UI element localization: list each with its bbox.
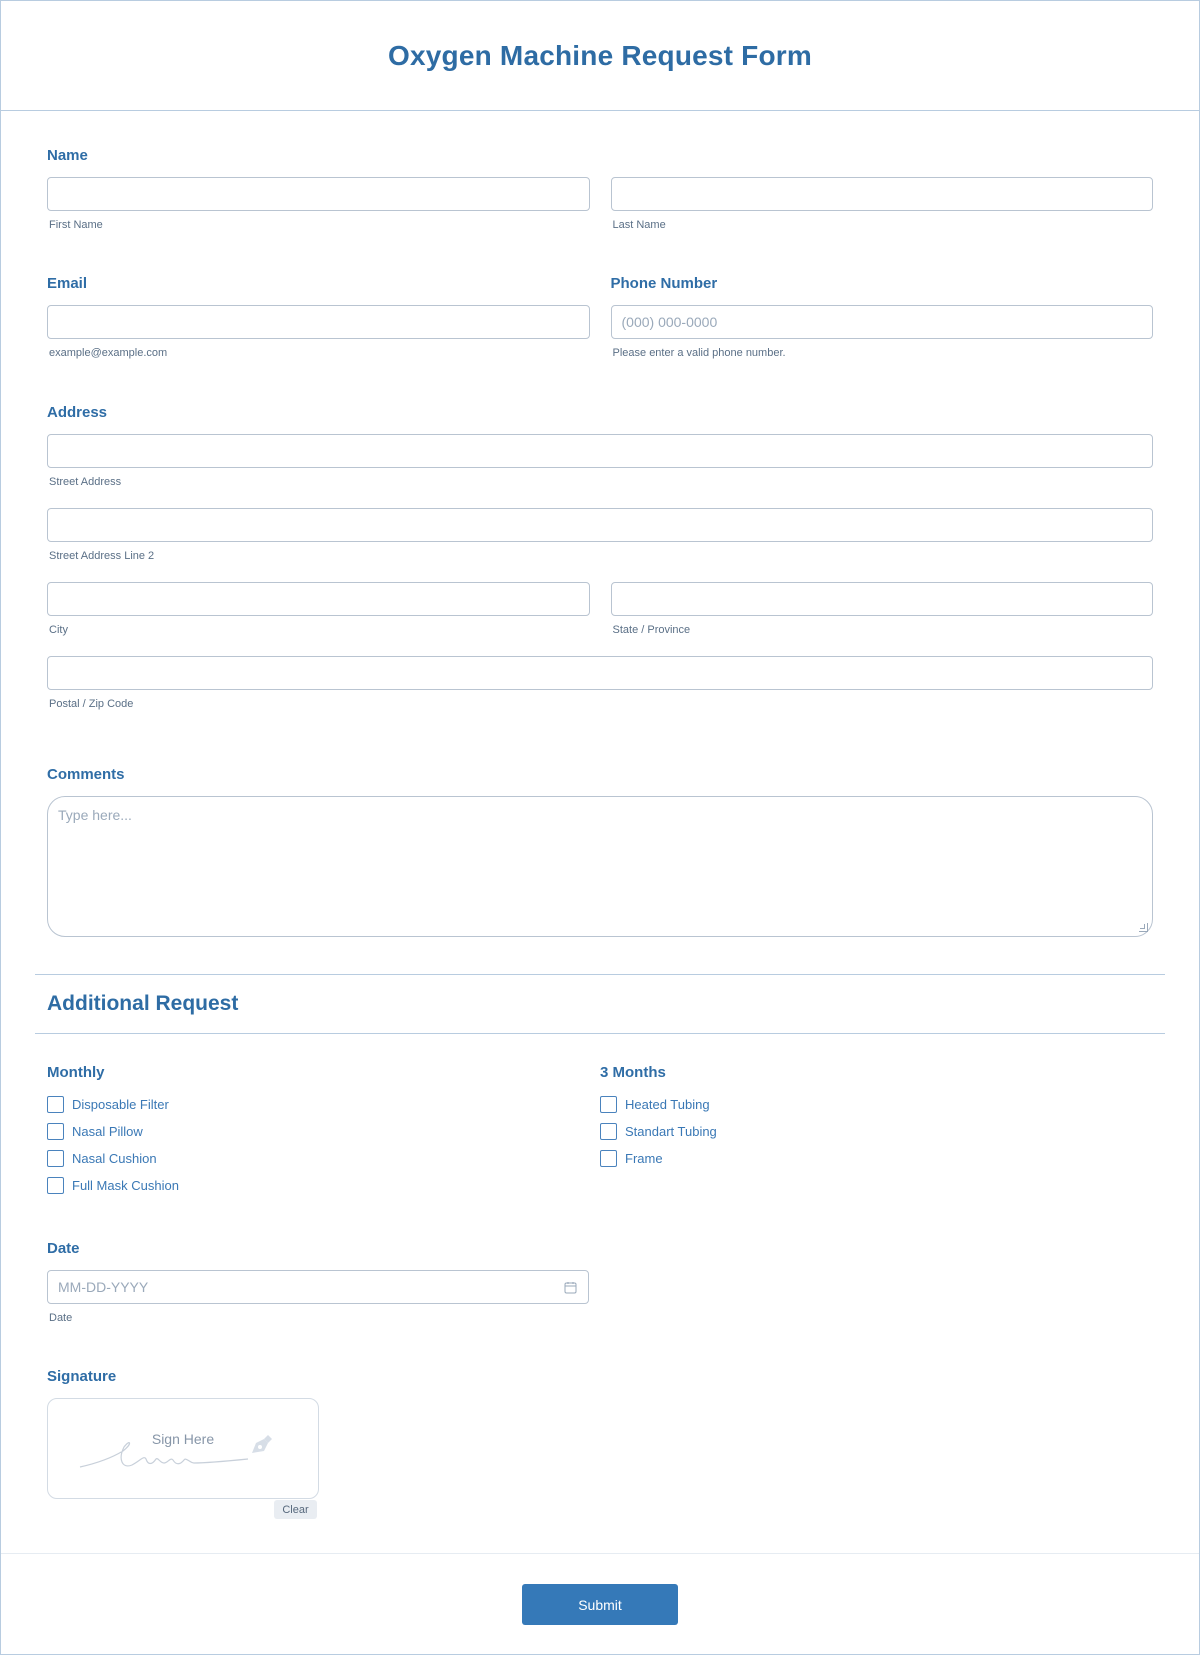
monthly-group: Monthly Disposable Filter Nasal Pillow N… — [47, 1064, 600, 1199]
checkbox-full-mask-cushion[interactable]: Full Mask Cushion — [47, 1172, 600, 1199]
checkbox-frame[interactable]: Frame — [600, 1145, 1153, 1172]
date-input[interactable]: MM-DD-YYYY — [47, 1270, 589, 1304]
resize-grip-icon[interactable] — [1139, 923, 1148, 932]
street-address2-sublabel: Street Address Line 2 — [49, 550, 155, 562]
comments-label: Comments — [47, 766, 125, 783]
phone-input[interactable]: (000) 000-0000 — [610, 305, 1153, 339]
comments-field: Comments Type here... — [47, 766, 1153, 937]
city-input[interactable] — [47, 582, 590, 616]
date-sublabel: Date — [49, 1312, 73, 1324]
zip-input[interactable] — [47, 656, 1153, 690]
three-months-label: 3 Months — [600, 1064, 666, 1081]
state-input[interactable] — [610, 582, 1153, 616]
checkbox-disposable-filter[interactable]: Disposable Filter — [47, 1091, 600, 1118]
additional-request-options: Monthly Disposable Filter Nasal Pillow N… — [47, 1064, 1153, 1199]
email-sublabel: example@example.com — [49, 347, 168, 359]
street-address-sublabel: Street Address — [49, 476, 122, 488]
first-name-sublabel: First Name — [49, 219, 103, 231]
additional-request-header: Additional Request — [35, 974, 1165, 1034]
state-sublabel: State / Province — [612, 624, 691, 636]
checkbox-nasal-cushion[interactable]: Nasal Cushion — [47, 1145, 600, 1172]
name-field: Name First Name Last Name — [47, 147, 1153, 231]
checkbox-label: Nasal Cushion — [72, 1151, 157, 1166]
comments-textarea[interactable]: Type here... — [47, 796, 1153, 937]
form-header: Oxygen Machine Request Form — [1, 1, 1199, 111]
three-months-group: 3 Months Heated Tubing Standart Tubing F… — [600, 1064, 1153, 1199]
signature-label: Signature — [47, 1368, 117, 1385]
calendar-icon[interactable] — [564, 1281, 578, 1294]
signature-pad[interactable]: Sign Here — [47, 1398, 319, 1499]
phone-placeholder: (000) 000-0000 — [621, 314, 718, 330]
checkbox-icon[interactable] — [600, 1123, 617, 1140]
checkbox-label: Heated Tubing — [625, 1097, 710, 1112]
checkbox-icon[interactable] — [47, 1096, 64, 1113]
checkbox-label: Standart Tubing — [625, 1124, 717, 1139]
last-name-input[interactable] — [610, 177, 1153, 211]
date-field: Date MM-DD-YYYY Date — [47, 1240, 589, 1324]
checkbox-label: Disposable Filter — [72, 1097, 169, 1112]
checkbox-nasal-pillow[interactable]: Nasal Pillow — [47, 1118, 600, 1145]
first-name-input[interactable] — [47, 177, 590, 211]
zip-sublabel: Postal / Zip Code — [49, 698, 134, 710]
checkbox-standart-tubing[interactable]: Standart Tubing — [600, 1118, 1153, 1145]
phone-sublabel: Please enter a valid phone number. — [612, 347, 786, 359]
city-sublabel: City — [49, 624, 68, 636]
date-placeholder: MM-DD-YYYY — [58, 1279, 149, 1295]
email-label: Email — [47, 275, 88, 292]
last-name-sublabel: Last Name — [612, 219, 666, 231]
address-field: Address Street Address Street Address Li… — [47, 404, 1153, 710]
checkbox-label: Nasal Pillow — [72, 1124, 143, 1139]
checkbox-icon[interactable] — [47, 1177, 64, 1194]
monthly-label: Monthly — [47, 1064, 105, 1081]
comments-placeholder: Type here... — [58, 807, 132, 823]
checkbox-icon[interactable] — [47, 1123, 64, 1140]
form-title: Oxygen Machine Request Form — [388, 39, 812, 71]
checkbox-label: Frame — [625, 1151, 663, 1166]
form-footer: Submit — [1, 1553, 1199, 1655]
checkbox-icon[interactable] — [47, 1150, 64, 1167]
email-input[interactable] — [47, 305, 590, 339]
checkbox-heated-tubing[interactable]: Heated Tubing — [600, 1091, 1153, 1118]
name-label: Name — [47, 147, 88, 164]
street-address2-input[interactable] — [47, 508, 1153, 542]
street-address-input[interactable] — [47, 434, 1153, 468]
form-page: Oxygen Machine Request Form Name First N… — [0, 0, 1200, 1655]
contact-row: Email example@example.com Phone Number (… — [47, 275, 1153, 359]
date-label: Date — [47, 1240, 80, 1257]
signature-field: Signature Sign Here — [47, 1368, 319, 1499]
clear-signature-button[interactable]: Clear — [274, 1500, 317, 1519]
address-label: Address — [47, 404, 108, 421]
checkbox-label: Full Mask Cushion — [72, 1178, 179, 1193]
phone-label: Phone Number — [610, 275, 718, 292]
additional-request-title: Additional Request — [47, 992, 239, 1015]
checkbox-icon[interactable] — [600, 1150, 617, 1167]
pen-icon — [252, 1435, 272, 1453]
checkbox-icon[interactable] — [600, 1096, 617, 1113]
submit-button[interactable]: Submit — [522, 1584, 678, 1625]
